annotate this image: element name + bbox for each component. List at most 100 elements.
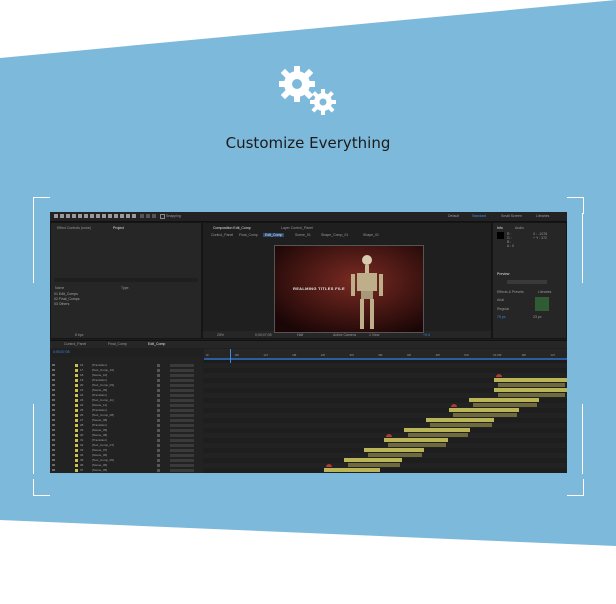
label-color[interactable]	[75, 459, 78, 462]
layer-name[interactable]: [Scene_07]	[92, 448, 107, 452]
workspace-default[interactable]: Default	[448, 214, 459, 218]
parent-select[interactable]	[170, 439, 194, 442]
exposure-value[interactable]: +0.0	[423, 333, 430, 337]
switch-icon[interactable]	[157, 364, 160, 367]
parent-select[interactable]	[170, 374, 194, 377]
eraser-tool-icon[interactable]	[120, 214, 124, 218]
layer-clip[interactable]	[473, 403, 537, 407]
rotate-tool-icon[interactable]	[72, 214, 76, 218]
time-ruler[interactable]: 0f 06f 12f 18f 24f 30f 36f 42f 48f 54f 01:00f 06f 12…	[204, 349, 567, 358]
switch-icon[interactable]	[157, 389, 160, 392]
tab-control-panel[interactable]: Control_Panel	[64, 342, 86, 346]
visibility-icon[interactable]	[52, 414, 55, 416]
hand-tool-icon[interactable]	[60, 214, 64, 218]
camera-tool-icon[interactable]	[78, 214, 82, 218]
leading-size[interactable]: 23 px	[533, 315, 542, 319]
breadcrumb[interactable]: Final_Comp	[239, 233, 258, 237]
layer-clip[interactable]	[408, 433, 468, 437]
parent-select[interactable]	[170, 389, 194, 392]
breadcrumb[interactable]: Shape_01	[363, 233, 379, 237]
visibility-icon[interactable]	[52, 384, 55, 386]
breadcrumb[interactable]: Scene_01	[295, 233, 311, 237]
resolution-select[interactable]: Half	[297, 333, 303, 337]
label-color[interactable]	[75, 374, 78, 377]
parent-select[interactable]	[170, 394, 194, 397]
layer-name[interactable]: [Text_Comp_11]	[92, 398, 114, 402]
layer-name[interactable]: [Text_Comp_08]	[92, 413, 114, 417]
label-color[interactable]	[75, 404, 78, 407]
layer-name[interactable]: [Transition]	[92, 378, 107, 382]
playback-controls[interactable]	[507, 280, 547, 284]
layer-clip[interactable]	[344, 458, 402, 462]
layer-clip[interactable]	[426, 418, 494, 422]
workspace-small-screen[interactable]: Small Screen	[501, 214, 522, 218]
parent-select[interactable]	[170, 364, 194, 367]
brush-tool-icon[interactable]	[108, 214, 112, 218]
visibility-icon[interactable]	[52, 459, 55, 461]
snapping-checkbox[interactable]	[160, 214, 165, 219]
tab-project[interactable]: Project	[113, 226, 124, 230]
switch-icon[interactable]	[157, 394, 160, 397]
layer-clip[interactable]	[494, 388, 567, 392]
project-item[interactable]: 02 Final_Comps	[54, 297, 79, 301]
font-size[interactable]: 75 px	[497, 315, 506, 319]
visibility-icon[interactable]	[52, 444, 55, 446]
layer-name[interactable]: [Transition]	[92, 423, 107, 427]
label-color[interactable]	[75, 389, 78, 392]
tab-final-comp[interactable]: Final_Comp	[108, 342, 127, 346]
layer-name[interactable]: [Scene_05]	[92, 468, 107, 472]
parent-select[interactable]	[170, 469, 194, 472]
label-color[interactable]	[75, 444, 78, 447]
type-tool-icon[interactable]	[102, 214, 106, 218]
layer-name[interactable]: [Scene_06]	[92, 453, 107, 457]
label-color[interactable]	[75, 364, 78, 367]
workspace-libraries[interactable]: Libraries	[536, 214, 549, 218]
parent-select[interactable]	[170, 409, 194, 412]
tab-edit-comp[interactable]: Edit_Comp	[148, 342, 165, 346]
parent-select[interactable]	[170, 369, 194, 372]
visibility-icon[interactable]	[52, 399, 55, 401]
label-color[interactable]	[75, 394, 78, 397]
visibility-icon[interactable]	[52, 439, 55, 441]
layer-name[interactable]: [Text_Comp_10]	[92, 368, 114, 372]
parent-select[interactable]	[170, 459, 194, 462]
layer-clip[interactable]	[384, 438, 448, 442]
visibility-icon[interactable]	[52, 419, 55, 421]
parent-select[interactable]	[170, 384, 194, 387]
switch-icon[interactable]	[157, 454, 160, 457]
visibility-icon[interactable]	[52, 404, 55, 406]
font-select[interactable]: Arial	[497, 298, 504, 302]
clone-tool-icon[interactable]	[114, 214, 118, 218]
tab-audio[interactable]: Audio	[515, 226, 524, 230]
zoom-tool-icon[interactable]	[66, 214, 70, 218]
label-color[interactable]	[75, 424, 78, 427]
switch-icon[interactable]	[157, 414, 160, 417]
layer-name[interactable]: [Scene_06]	[92, 463, 107, 467]
label-color[interactable]	[75, 384, 78, 387]
label-color[interactable]	[75, 399, 78, 402]
mask-tool-icon[interactable]	[90, 214, 94, 218]
label-color[interactable]	[75, 409, 78, 412]
switch-icon[interactable]	[157, 444, 160, 447]
layer-clip[interactable]	[453, 413, 517, 417]
pen-tool-icon[interactable]	[96, 214, 100, 218]
visibility-icon[interactable]	[52, 429, 55, 431]
breadcrumb[interactable]: Edit_Comp	[263, 233, 285, 237]
visibility-icon[interactable]	[52, 409, 55, 411]
label-color[interactable]	[75, 369, 78, 372]
parent-select[interactable]	[170, 429, 194, 432]
parent-select[interactable]	[170, 444, 194, 447]
tab-info[interactable]: Info	[497, 226, 503, 230]
layer-name[interactable]: [Transition]	[92, 363, 107, 367]
extra-tool-icon[interactable]	[152, 214, 156, 218]
switch-icon[interactable]	[157, 379, 160, 382]
layer-name[interactable]: [Transition]	[92, 393, 107, 397]
parent-select[interactable]	[170, 419, 194, 422]
parent-select[interactable]	[170, 464, 194, 467]
label-color[interactable]	[75, 469, 78, 472]
switch-icon[interactable]	[157, 449, 160, 452]
switch-icon[interactable]	[157, 384, 160, 387]
breadcrumb[interactable]: Control_Panel	[211, 233, 233, 237]
layer-name[interactable]: [Scene_10]	[92, 373, 107, 377]
layer-clip[interactable]	[498, 383, 565, 387]
